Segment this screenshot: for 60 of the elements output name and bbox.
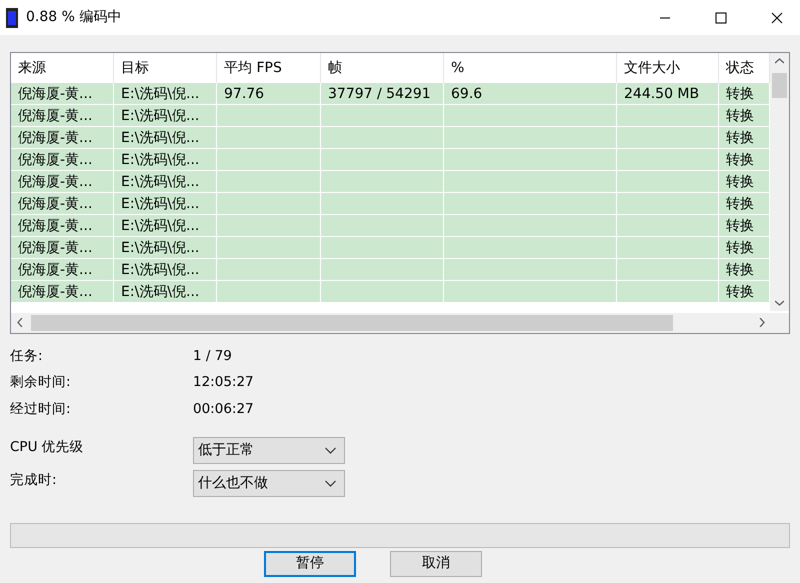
scrollbar-thumb[interactable] [772,73,787,98]
table-row[interactable]: 倪海厦-黄... E:\洗码\倪... 转换 [11,171,770,193]
table-cell: E:\洗码\倪... [114,149,217,170]
table-cell: 97.76 [217,83,321,104]
table-row[interactable]: 倪海厦-黄... E:\洗码\倪... 97.76 37797 / 54291 69.6 244.50 MB 转换 [11,83,770,105]
close-icon [771,12,783,24]
table-cell: 倪海厦-黄... [11,193,114,214]
table-row[interactable]: 倪海厦-黄... E:\洗码\倪... 转换 [11,281,770,303]
table-cell: 69.6 [444,83,617,104]
info-value: 1 / 79 [193,347,233,366]
scroll-up-icon [775,58,784,64]
table-cell: E:\洗码\倪... [114,83,217,104]
pause-button[interactable]: 暂停 [264,550,356,577]
table-cell: 倪海厦-黄... [11,105,114,126]
scrollbar-thumb[interactable] [31,315,673,331]
table-cell: E:\洗码\倪... [114,105,217,126]
table-cell: 倪海厦-黄... [11,237,114,258]
table-cell: E:\洗码\倪... [114,127,217,148]
table-cell: E:\洗码\倪... [114,281,217,302]
table-cell: 倪海厦-黄... [11,259,114,280]
table-row[interactable]: 倪海厦-黄... E:\洗码\倪... 转换 [11,193,770,215]
info-label: 经过时间: [10,400,72,418]
table-cell: E:\洗码\倪... [114,171,217,192]
table-cell: E:\洗码\倪... [114,237,217,258]
scroll-right-icon [759,318,765,327]
info-value: 12:05:27 [193,373,255,392]
scroll-left-icon [17,318,23,327]
table-cell: 倪海厦-黄... [11,127,114,148]
dropdown[interactable]: 什么也不做 [193,470,345,497]
table-cell: 倪海厦-黄... [11,215,114,236]
setting-label: 完成时: [10,470,58,490]
table-cell: 倪海厦-黄... [11,171,114,192]
table-row[interactable]: 倪海厦-黄... E:\洗码\倪... 转换 [11,149,770,171]
window-title: 0.88 % 编码中 [26,8,122,27]
table-cell: E:\洗码\倪... [114,215,217,236]
dropdown[interactable]: 低于正常 [193,436,345,464]
scroll-down-icon [775,300,784,306]
info-value: 00:06:27 [193,400,255,418]
table-cell: E:\洗码\倪... [114,193,217,214]
info-label: 剩余时间: [10,373,72,392]
table-cell: 37797 / 54291 [321,83,444,104]
table-row[interactable]: 倪海厦-黄... E:\洗码\倪... 转换 [11,237,770,259]
table-row[interactable]: 倪海厦-黄... E:\洗码\倪... 转换 [11,105,770,127]
setting-label: CPU 优先级 [10,438,85,457]
info-label: 任务: [10,347,44,366]
app-icon [6,8,18,28]
horizontal-scrollbar[interactable] [11,313,789,333]
table-row[interactable]: 倪海厦-黄... E:\洗码\倪... 转换 [11,215,770,237]
maximize-icon [715,12,727,24]
table-cell: 倪海厦-黄... [11,83,114,104]
table-cell: 倪海厦-黄... [11,149,114,170]
table-row[interactable]: 倪海厦-黄... E:\洗码\倪... 转换 [11,259,770,281]
table-cell: 244.50 MB [617,83,719,104]
table-cell: 倪海厦-黄... [11,281,114,302]
cancel-button[interactable]: 取消 [390,550,482,577]
chevron-down-icon [325,446,336,454]
table-row[interactable]: 倪海厦-黄... E:\洗码\倪... 转换 [11,127,770,149]
vertical-scrollbar[interactable] [770,53,789,311]
chevron-down-icon [325,480,336,487]
table-cell: E:\洗码\倪... [114,259,217,280]
